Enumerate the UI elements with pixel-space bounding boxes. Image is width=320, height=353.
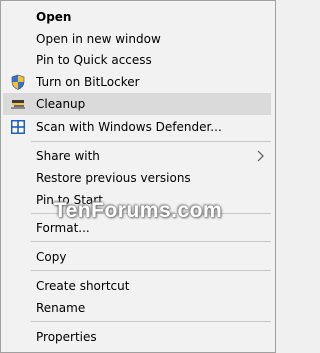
menu-item-create-shortcut[interactable]: Create shortcut — [3, 275, 271, 297]
menu-item-scan-with-windows-defender[interactable]: Scan with Windows Defender... — [3, 116, 271, 138]
menu-item-label: Create shortcut — [36, 279, 130, 293]
watermark-text: TenForums.com — [53, 199, 223, 222]
menu-item-restore-previous-versions[interactable]: Restore previous versions — [3, 167, 271, 189]
chevron-right-icon — [255, 148, 267, 164]
uac-shield-icon — [10, 74, 26, 90]
menu-item-cleanup[interactable]: Cleanup — [3, 93, 271, 115]
menu-item-open-in-new-window[interactable]: Open in new window — [3, 28, 271, 50]
menu-item-label: Copy — [36, 250, 67, 264]
menu-item-label: Properties — [36, 330, 97, 344]
windows-defender-icon — [10, 119, 26, 135]
menu-separator — [31, 141, 271, 142]
menu-item-label: Share with — [36, 149, 100, 163]
menu-separator — [31, 321, 271, 322]
menu-item-turn-on-bitlocker[interactable]: Turn on BitLocker — [3, 71, 271, 93]
menu-item-label: Scan with Windows Defender... — [36, 120, 222, 134]
menu-item-label: Pin to Quick access — [36, 53, 152, 67]
menu-item-copy[interactable]: Copy — [3, 246, 271, 268]
menu-item-label: Rename — [36, 301, 86, 315]
menu-item-label: Open in new window — [36, 32, 161, 46]
disk-cleanup-icon — [10, 96, 26, 112]
menu-item-share-with[interactable]: Share with — [3, 145, 271, 167]
menu-item-pin-to-quick-access[interactable]: Pin to Quick access — [3, 49, 271, 71]
menu-separator — [31, 241, 271, 242]
menu-item-open[interactable]: Open — [3, 6, 271, 28]
menu-item-label: Turn on BitLocker — [36, 75, 140, 89]
menu-item-properties[interactable]: Properties — [3, 326, 271, 348]
context-menu: Open Open in new window Pin to Quick acc… — [0, 0, 276, 353]
menu-item-label: Restore previous versions — [36, 171, 191, 185]
menu-item-label: Cleanup — [36, 97, 86, 111]
menu-item-label: Open — [36, 10, 72, 24]
menu-separator — [31, 270, 271, 271]
menu-item-rename[interactable]: Rename — [3, 297, 271, 319]
